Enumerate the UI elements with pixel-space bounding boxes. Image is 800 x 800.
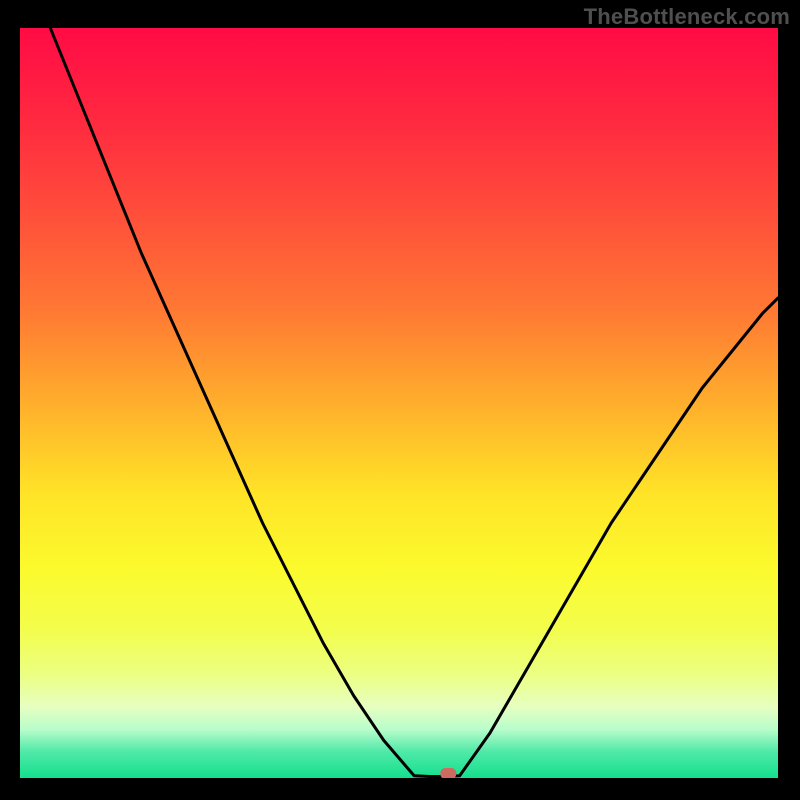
gradient-background (20, 28, 778, 778)
bottleneck-chart (20, 28, 778, 778)
optimal-point-marker (440, 768, 456, 778)
plot-area (20, 28, 778, 778)
chart-frame: TheBottleneck.com (0, 0, 800, 800)
watermark-text: TheBottleneck.com (584, 4, 790, 30)
